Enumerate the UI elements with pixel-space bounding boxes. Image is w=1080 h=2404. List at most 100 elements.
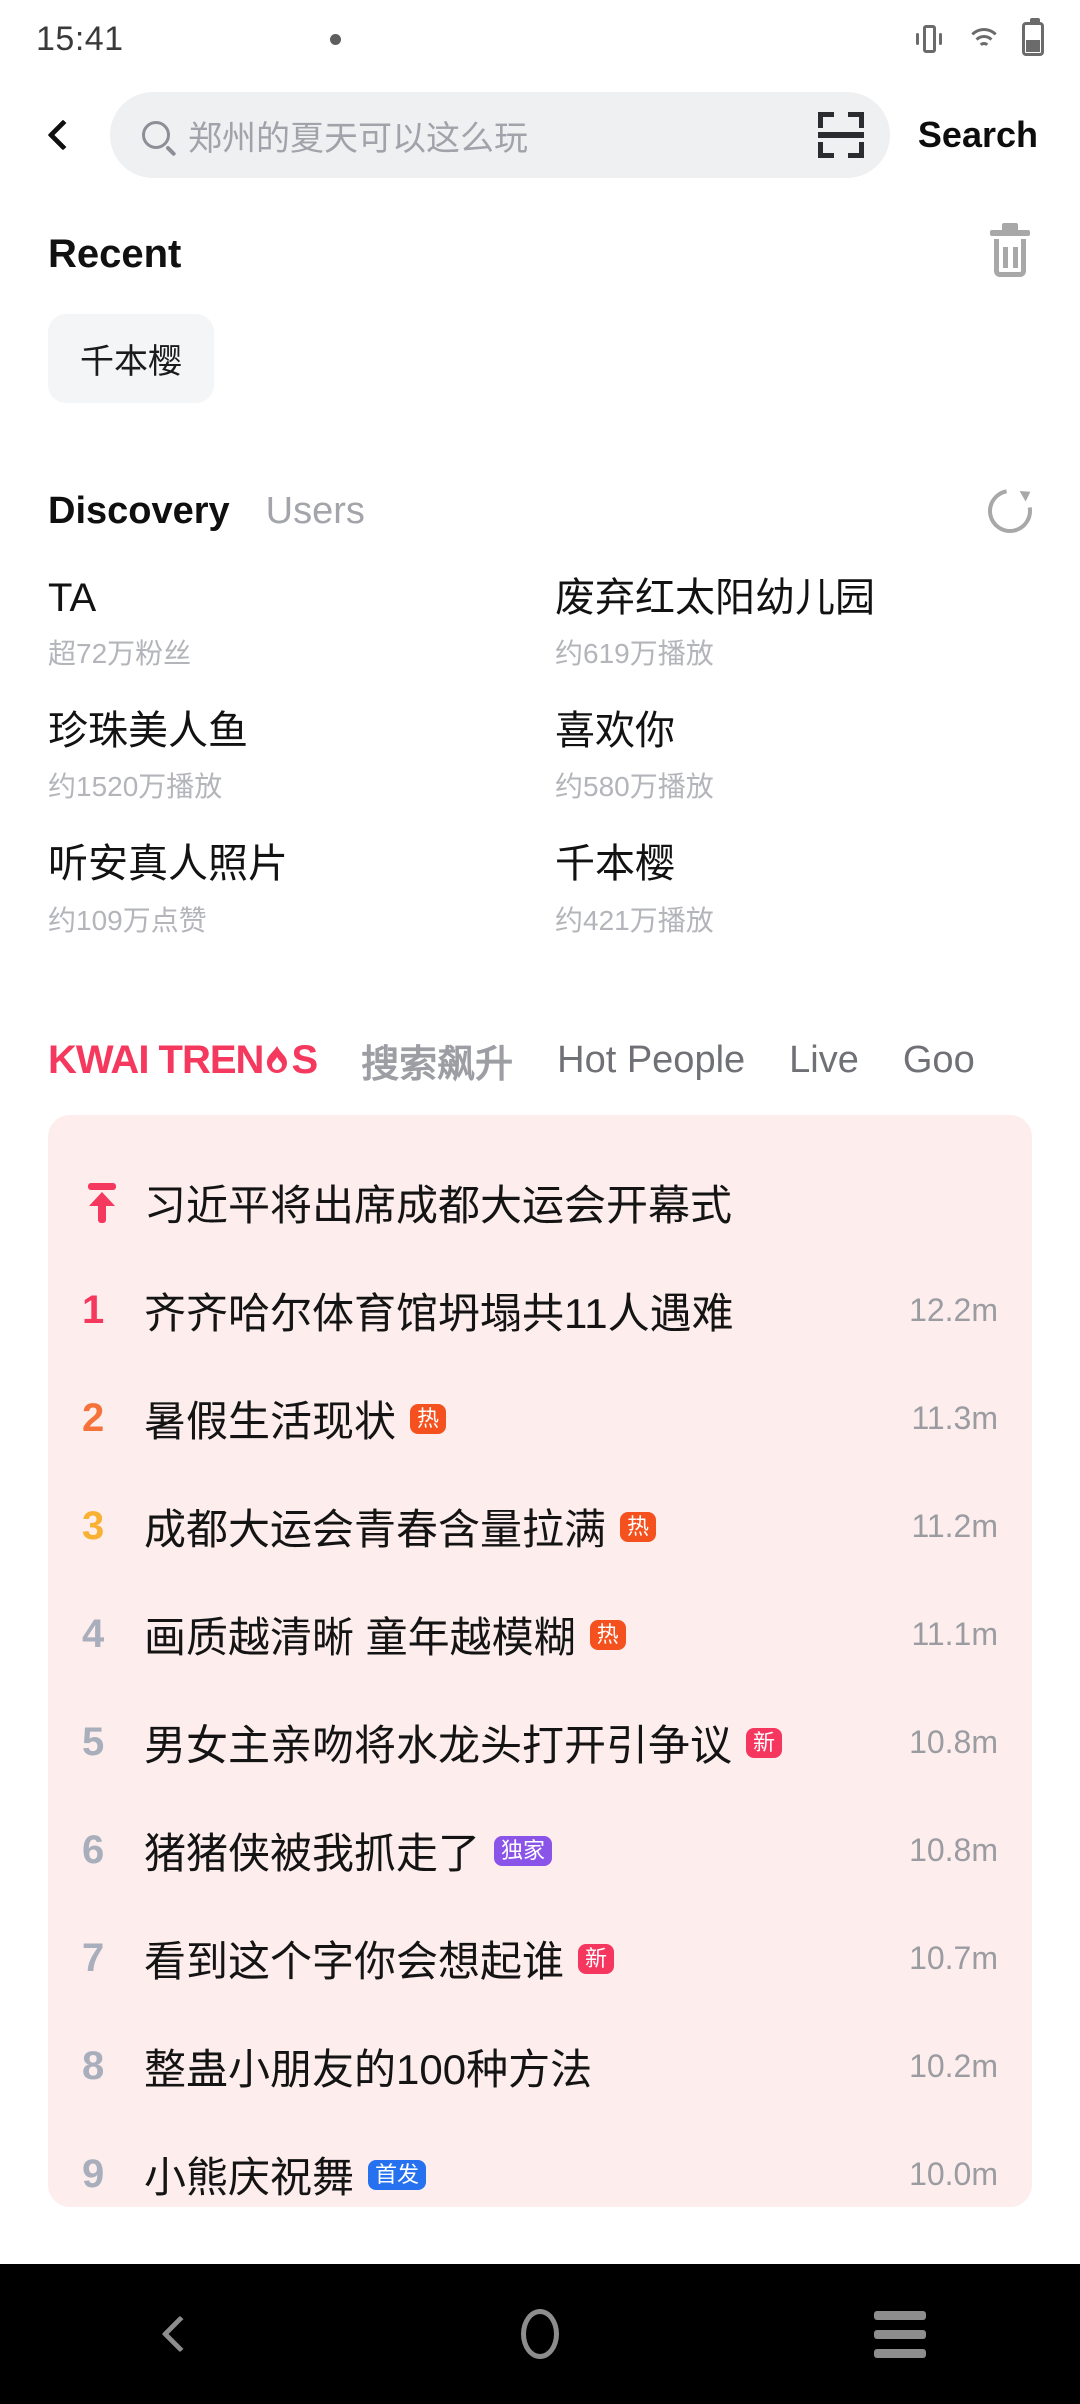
trend-rank: 5 <box>82 1720 105 1765</box>
recent-header: Recent <box>48 223 1032 278</box>
status-bar-right <box>912 18 1044 56</box>
pin-top-icon <box>82 1181 144 1225</box>
discovery-section: Discovery Users TA 超72万粉丝 废弃红太阳幼儿园 约619万播放珍… <box>0 480 1080 949</box>
trend-badge: 热 <box>589 1619 626 1650</box>
tab-users[interactable]: Users <box>266 490 365 533</box>
kwai-trends-logo-prefix: KWAI TREN <box>48 1038 264 1083</box>
search-input[interactable]: 郑州的夏天可以这么玩 <box>110 92 890 178</box>
search-button[interactable]: Search <box>896 114 1050 156</box>
trend-row[interactable]: 6 猪猪侠被我抓走了 独家 10.8m <box>82 1797 998 1905</box>
trend-row[interactable]: 2 暑假生活现状热 11.3m <box>82 1365 998 1473</box>
trend-count: 10.0m <box>909 2156 998 2193</box>
trend-row[interactable]: 8 整蛊小朋友的100种方法 10.2m <box>82 2013 998 2121</box>
discovery-item-title: 珍珠美人鱼 <box>48 709 248 754</box>
nav-back-icon[interactable] <box>120 2274 240 2394</box>
trend-rank: 3 <box>82 1504 105 1549</box>
vibrate-icon <box>912 22 946 56</box>
search-placeholder: 郑州的夏天可以这么玩 <box>188 119 528 158</box>
bag-icon <box>234 22 268 56</box>
trend-row[interactable]: 3 成都大运会青春含量拉满热 11.2m <box>82 1473 998 1581</box>
trend-badge: 热 <box>620 1511 657 1542</box>
discovery-item-subtitle: 约619万播放 <box>555 638 714 670</box>
trash-icon[interactable] <box>988 223 1032 278</box>
scan-icon[interactable] <box>817 112 864 158</box>
refresh-icon[interactable] <box>979 480 1041 542</box>
trend-title: 猪猪侠被我抓走了 <box>144 1830 481 1878</box>
back-button[interactable] <box>30 102 96 168</box>
discovery-item-subtitle: 约421万播放 <box>555 904 714 936</box>
discovery-item[interactable]: 珍珠美人鱼约1520万播放 <box>48 702 525 815</box>
trend-row[interactable]: 5 男女主亲吻将水龙头打开引争议新 10.8m <box>82 1689 998 1797</box>
trend-row[interactable]: 7 看到这个字你会想起谁新 10.7m <box>82 1905 998 2013</box>
dot-icon <box>329 33 341 45</box>
flame-icon <box>264 1045 290 1076</box>
discovery-item[interactable]: 千本樱约421万播放 <box>555 835 1032 948</box>
android-nav-bar <box>0 2264 1080 2404</box>
chevron-left-icon <box>47 119 79 151</box>
discovery-item-title: 听安真人照片 <box>48 842 288 887</box>
discovery-item-subtitle: 约1520万播放 <box>48 771 223 803</box>
trend-count: 11.3m <box>911 1400 998 1437</box>
trend-tab-bar: KWAI TREN S 搜索飙升 Hot People Live Goo <box>0 1029 1080 1093</box>
trend-rank: 4 <box>82 1612 105 1657</box>
trend-count: 10.8m <box>909 1724 998 1761</box>
discovery-item-title: 千本樱 <box>555 842 675 887</box>
battery-icon <box>1022 18 1044 56</box>
discovery-item-title: 废弃红太阳幼儿园 <box>555 576 875 620</box>
trend-rank: 1 <box>82 1288 105 1333</box>
trend-title: 小熊庆祝舞 <box>144 2154 355 2202</box>
trend-row[interactable]: 9 小熊庆祝舞 首发 10.0m <box>82 2121 998 2207</box>
trend-row[interactable]: 习近平将出席成都大运会开幕式 <box>82 1149 998 1257</box>
trend-list-card: 习近平将出席成都大运会开幕式 1 齐齐哈尔体育馆坍塌共11人遇难 12.2m 2 暑假生活… <box>48 1114 1032 2207</box>
discovery-item-subtitle: 约580万播放 <box>555 771 714 803</box>
trend-row[interactable]: 4 画质越清晰 童年越模糊热 11.1m <box>82 1581 998 1689</box>
trend-badge: 新 <box>746 1727 783 1758</box>
recent-chip-list: 千本樱 <box>48 314 1032 403</box>
status-bar: 15:41 <box>0 0 1080 78</box>
trend-title: 成都大运会青春含量拉满 <box>144 1506 607 1554</box>
kwai-trends-logo[interactable]: KWAI TREN S <box>48 1038 318 1083</box>
trend-badge: 首发 <box>368 2159 427 2190</box>
trend-title: 齐齐哈尔体育馆坍塌共11人遇难 <box>144 1290 734 1338</box>
trend-tab[interactable]: Hot People <box>557 1039 745 1082</box>
trend-title: 男女主亲吻将水龙头打开引争议 <box>144 1722 733 1770</box>
trend-count: 10.8m <box>909 1832 998 1869</box>
discovery-item[interactable]: TA 超72万粉丝 <box>48 569 525 682</box>
nav-home-icon[interactable] <box>480 2274 600 2394</box>
wifi-icon <box>966 24 1002 54</box>
trend-rank: 6 <box>82 1828 105 1873</box>
trend-rank: 7 <box>82 1936 105 1981</box>
bag-icon <box>282 22 316 56</box>
trend-title: 整蛊小朋友的100种方法 <box>144 2046 593 2094</box>
trend-count: 11.1m <box>911 1616 998 1653</box>
trend-title: 暑假生活现状 <box>144 1398 397 1446</box>
recent-title: Recent <box>48 231 182 276</box>
trend-title: 习近平将出席成都大运会开幕式 <box>144 1182 733 1230</box>
trend-tab[interactable]: Live <box>789 1039 859 1082</box>
discovery-item[interactable]: 废弃红太阳幼儿园约619万播放 <box>555 569 1032 682</box>
discovery-item-title: TA <box>48 576 97 620</box>
discovery-item-title: 喜欢你 <box>555 709 675 754</box>
recent-chip[interactable]: 千本樱 <box>48 314 214 403</box>
status-bar-left: 15:41 <box>36 20 341 59</box>
speedometer-icon <box>138 22 172 56</box>
search-header: 郑州的夏天可以这么玩 Search <box>0 78 1080 196</box>
discovery-item-subtitle: 超72万粉丝 <box>48 638 192 670</box>
nav-recents-icon[interactable] <box>840 2274 960 2394</box>
recent-section: Recent 千本樱 <box>0 223 1080 403</box>
trend-badge: 新 <box>578 1943 615 1974</box>
trend-rank: 9 <box>82 2152 105 2197</box>
tab-discovery[interactable]: Discovery <box>48 490 230 533</box>
trend-title: 画质越清晰 童年越模糊 <box>144 1614 576 1662</box>
trend-count: 10.7m <box>909 1940 998 1977</box>
search-icon <box>142 121 170 149</box>
trend-rank: 2 <box>82 1396 105 1441</box>
trend-row[interactable]: 1 齐齐哈尔体育馆坍塌共11人遇难 12.2m <box>82 1257 998 1365</box>
trend-tab[interactable]: 搜索飙升 <box>361 1033 513 1088</box>
trend-tab[interactable]: Goo <box>903 1039 975 1082</box>
discovery-item[interactable]: 喜欢你约580万播放 <box>555 702 1032 815</box>
status-bar-clock: 15:41 <box>36 19 124 58</box>
trend-count: 11.2m <box>911 1508 998 1545</box>
trend-rank: 8 <box>82 2044 105 2089</box>
discovery-item[interactable]: 听安真人照片 约109万点赞 <box>48 835 525 948</box>
